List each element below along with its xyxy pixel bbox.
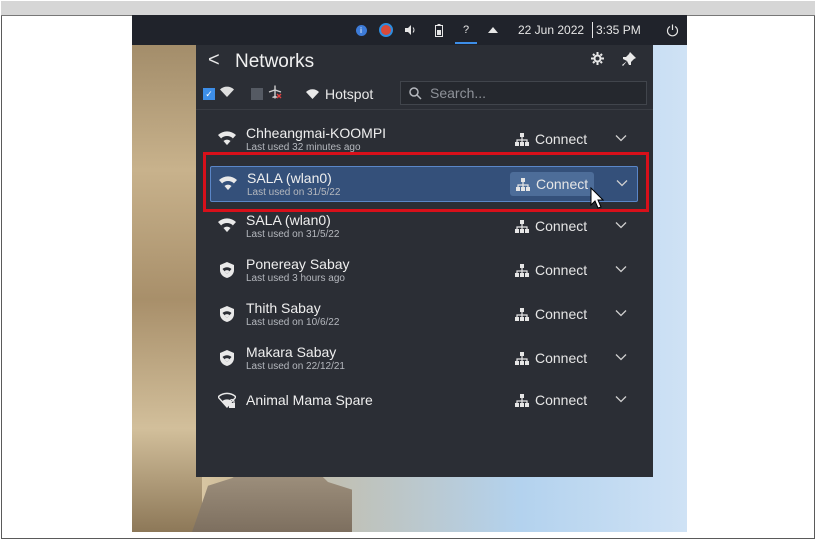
connect-button[interactable]: Connect: [509, 388, 593, 412]
chevron-down-icon[interactable]: [614, 131, 628, 145]
panel-title: Networks: [235, 51, 315, 72]
wifi-checkbox[interactable]: ✓: [203, 88, 215, 100]
wallpaper-wall: [132, 15, 202, 532]
gear-icon: [591, 52, 604, 65]
network-name: SALA (wlan0): [246, 212, 331, 228]
network-last-used: Last used on 22/12/21: [246, 361, 345, 372]
network-row[interactable]: Ponereay Sabay Last used 3 hours ago Conne…: [210, 253, 638, 289]
wifi-secure-icon: [220, 350, 234, 366]
date-label[interactable]: 22 Jun 2022: [518, 15, 584, 45]
network-connect-icon: [515, 351, 529, 365]
taskbar: i ? 22 Jun 2022 3:35 PM: [132, 15, 687, 45]
settings-button[interactable]: [591, 52, 604, 69]
pin-button[interactable]: [621, 51, 637, 72]
connect-label: Connect: [535, 350, 588, 366]
wifi-icon: [218, 218, 236, 232]
filter-row: ✓ Hotspot: [196, 81, 653, 107]
connect-button[interactable]: Connect: [509, 346, 593, 370]
power-icon[interactable]: [664, 15, 680, 45]
panel-header: < Networks: [196, 45, 653, 79]
connect-label: Connect: [535, 131, 588, 147]
network-name: Ponereay Sabay: [246, 256, 350, 272]
tray-expand-icon[interactable]: [486, 15, 500, 45]
hotspot-label: Hotspot: [325, 86, 374, 102]
back-arrow-icon: <: [208, 49, 220, 71]
top-strip: [1, 1, 815, 16]
connect-label: Connect: [535, 262, 588, 278]
network-row[interactable]: SALA (wlan0) Last used on 31/5/22 Connect: [210, 209, 638, 245]
connect-button[interactable]: Connect: [509, 214, 593, 238]
network-row[interactable]: Animal Mama Spare Connect: [210, 383, 638, 419]
active-indicator: [455, 42, 477, 44]
mouse-cursor-icon: [590, 187, 604, 209]
info-icon[interactable]: i: [354, 15, 368, 45]
search-box[interactable]: [400, 81, 647, 105]
chevron-down-icon[interactable]: [614, 262, 628, 276]
network-last-used: Last used on 31/5/22: [246, 229, 340, 240]
search-icon: [409, 86, 422, 100]
time-label[interactable]: 3:35 PM: [596, 15, 641, 45]
connect-label: Connect: [535, 218, 588, 234]
wifi-secure-icon: [220, 306, 234, 322]
volume-icon[interactable]: [402, 15, 418, 45]
network-connect-icon: [515, 307, 529, 321]
network-name: Makara Sabay: [246, 344, 337, 360]
connect-label: Connect: [535, 392, 588, 408]
airplane-mode-icon: [268, 85, 282, 102]
chevron-down-icon[interactable]: [614, 218, 628, 232]
hotspot-icon: [306, 89, 319, 99]
network-unknown-icon[interactable]: ?: [455, 15, 477, 45]
chevron-down-icon[interactable]: [614, 392, 628, 406]
chevron-down-icon[interactable]: [614, 350, 628, 364]
network-name: Animal Mama Spare: [246, 392, 373, 408]
network-last-used: Last used 3 hours ago: [246, 273, 345, 284]
network-row[interactable]: Thith Sabay Last used on 10/6/22 Connect: [210, 297, 638, 333]
network-connect-icon: [515, 263, 529, 277]
desktop-screen: i ? 22 Jun 2022 3:35 PM < Networks ✓ Hot…: [132, 15, 687, 532]
connect-label: Connect: [535, 306, 588, 322]
wifi-filter-icon: [220, 85, 234, 100]
wifi-secure-icon: [220, 262, 234, 278]
connect-button[interactable]: Connect: [509, 258, 593, 282]
back-button[interactable]: <: [208, 49, 220, 72]
hotspot-button[interactable]: Hotspot: [306, 83, 373, 105]
network-name: Chheangmai-KOOMPI: [246, 125, 387, 141]
chevron-down-icon[interactable]: [614, 306, 628, 320]
network-row[interactable]: Makara Sabay Last used on 22/12/21 Connect: [210, 341, 638, 377]
battery-icon[interactable]: [432, 15, 446, 45]
pin-icon: [622, 52, 636, 66]
network-connect-icon: [515, 219, 529, 233]
browser-icon[interactable]: [377, 15, 395, 45]
network-name: Thith Sabay: [246, 300, 321, 316]
wifi-icon: [218, 131, 236, 145]
networks-panel: < Networks ✓ Hotspot Search... Chheangma…: [196, 45, 653, 477]
wifi-lock-icon: [218, 392, 236, 409]
connect-button[interactable]: Connect: [509, 127, 593, 151]
connect-button[interactable]: Connect: [509, 302, 593, 326]
network-connect-icon: [515, 393, 529, 407]
search-input[interactable]: [428, 84, 632, 102]
network-connect-icon: [515, 132, 529, 146]
panel-divider: [196, 109, 653, 110]
highlight-annotation: [203, 152, 649, 212]
network-last-used: Last used on 10/6/22: [246, 317, 340, 328]
date-time-divider: [592, 22, 593, 38]
airplane-checkbox[interactable]: [251, 88, 263, 100]
